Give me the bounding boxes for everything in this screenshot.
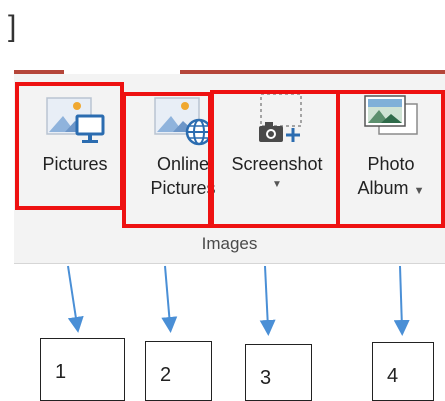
callout-number: 2 xyxy=(160,364,172,386)
callout-box-3: 3 xyxy=(245,344,312,401)
arrow-4 xyxy=(393,265,410,336)
callout-number: 3 xyxy=(260,367,272,389)
callout-box-1: 1 xyxy=(40,338,125,401)
arrow-1 xyxy=(67,265,84,333)
arrow-3 xyxy=(259,265,276,336)
callout-number: 1 xyxy=(55,361,67,383)
callout-box-2: 2 xyxy=(145,341,212,401)
callout-box-4: 4 xyxy=(372,342,434,401)
arrow-2 xyxy=(161,265,178,333)
callout-number: 4 xyxy=(387,365,399,387)
